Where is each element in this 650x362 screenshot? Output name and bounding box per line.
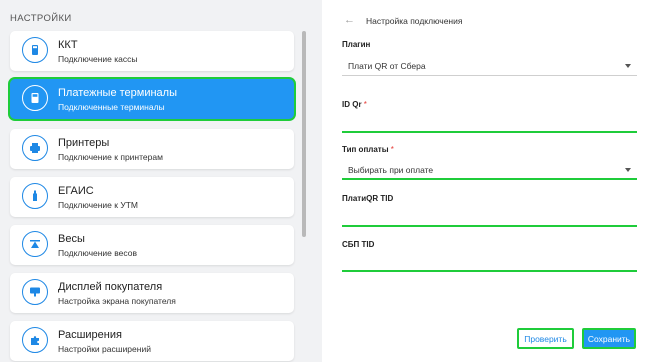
panel-title: Настройка подключения — [366, 16, 463, 26]
chevron-down-icon — [625, 64, 631, 68]
id-qr-input[interactable] — [342, 113, 637, 133]
back-arrow-icon[interactable]: ← — [344, 14, 355, 26]
puzzle-icon — [22, 327, 48, 353]
settings-item-title: ККТ — [58, 39, 78, 51]
cash-register-icon — [22, 37, 48, 63]
printer-icon — [22, 135, 48, 161]
settings-item-subtitle: Настройка экрана покупателя — [58, 296, 176, 306]
sbp-tid-input[interactable] — [342, 252, 637, 272]
payment-type-label: Тип оплаты * — [342, 145, 394, 154]
payment-type-select[interactable]: Выбирать при оплате — [342, 158, 637, 180]
plugin-select[interactable]: Плати QR от Сбера — [342, 54, 637, 76]
settings-item-title: ЕГАИС — [58, 185, 94, 197]
settings-item-title: Дисплей покупателя — [58, 281, 163, 293]
settings-item-subtitle: Подключение к УТМ — [58, 200, 139, 210]
sbp-tid-label: СБП TID — [342, 240, 375, 249]
settings-item-title: Расширения — [58, 329, 122, 341]
payment-terminal-icon — [22, 85, 48, 111]
bottle-icon — [22, 183, 48, 209]
required-mark: * — [390, 145, 394, 154]
settings-item-customer-display[interactable]: Дисплей покупателя Настройка экрана поку… — [10, 273, 294, 313]
chevron-down-icon — [625, 168, 631, 172]
settings-item-subtitle: Подключение кассы — [58, 54, 138, 64]
plugin-select-value: Плати QR от Сбера — [348, 61, 426, 71]
settings-item-printers[interactable]: Принтеры Подключение к принтерам — [10, 129, 294, 169]
platiqr-tid-label: ПлатиQR TID — [342, 194, 394, 203]
settings-item-extensions[interactable]: Расширения Настройки расширений — [10, 321, 294, 361]
check-button[interactable]: Проверить — [517, 328, 574, 349]
settings-sidebar: НАСТРОЙКИ ККТ Подключение кассы Платежны… — [0, 0, 322, 362]
settings-item-subtitle: Настройки расширений — [58, 344, 151, 354]
settings-item-scales[interactable]: Весы Подключение весов — [10, 225, 294, 265]
settings-item-title: Весы — [58, 233, 85, 245]
required-mark: * — [363, 100, 367, 109]
save-button[interactable]: Сохранить — [582, 328, 636, 349]
display-icon — [22, 279, 48, 305]
settings-item-kkt[interactable]: ККТ Подключение кассы — [10, 31, 294, 71]
sidebar-scrollbar[interactable] — [302, 31, 306, 237]
platiqr-tid-input[interactable] — [342, 207, 637, 227]
settings-item-title: Платежные терминалы — [58, 87, 177, 99]
plugin-label: Плагин — [342, 40, 371, 49]
settings-item-title: Принтеры — [58, 137, 110, 149]
settings-item-egais[interactable]: ЕГАИС Подключение к УТМ — [10, 177, 294, 217]
settings-item-subtitle: Подключенные терминалы — [58, 102, 165, 112]
settings-item-subtitle: Подключение весов — [58, 248, 137, 258]
settings-item-payment-terminals[interactable]: Платежные терминалы Подключенные термина… — [10, 79, 294, 119]
id-qr-label: ID Qr * — [342, 100, 367, 109]
sidebar-title: НАСТРОЙКИ — [10, 13, 72, 24]
settings-item-subtitle: Подключение к принтерам — [58, 152, 163, 162]
payment-type-select-value: Выбирать при оплате — [348, 165, 434, 175]
scales-icon — [22, 231, 48, 257]
